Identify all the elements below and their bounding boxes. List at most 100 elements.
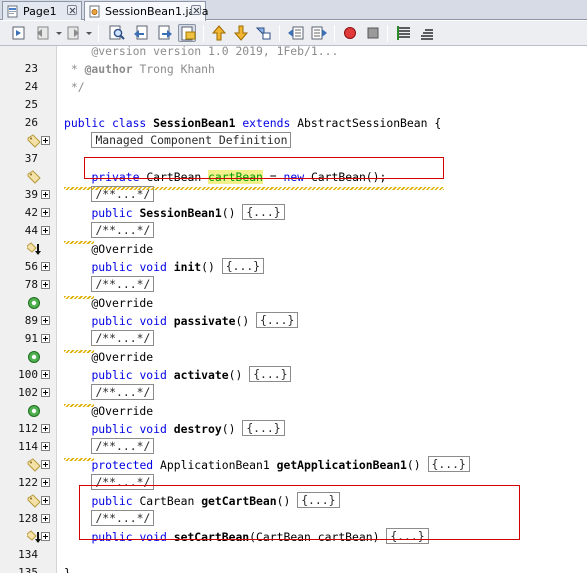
code-line[interactable]: */ [64,78,85,96]
folded-code-block[interactable]: {...} [221,258,265,274]
jsp-page-icon [7,5,18,17]
override-marker-icon[interactable] [27,404,41,418]
expand-fold-icon[interactable] [41,262,50,271]
code-line[interactable]: public void passivate() {...} [64,312,299,330]
toggle-bookmark-icon[interactable] [10,24,28,42]
code-line[interactable]: /**...*/ [64,438,155,456]
toggle-rectangle-icon[interactable] [254,24,272,42]
comment-icon[interactable] [395,24,413,42]
expand-fold-icon[interactable] [41,370,50,379]
code-line[interactable]: } [64,564,71,573]
code-token: */ [64,80,85,94]
folded-code-block[interactable]: /**...*/ [91,276,155,292]
tab-sessionbean1-java[interactable]: SessionBean1.java [84,1,209,21]
expand-fold-icon[interactable] [41,532,50,541]
find-icon[interactable] [108,24,126,42]
code-editor[interactable]: 23 24 25 26 37 39 42 44 56 78 89 91 100 102 112 114 122 1… [0,46,587,573]
expand-fold-icon[interactable] [41,496,50,505]
expand-fold-icon[interactable] [41,514,50,523]
folded-code-block[interactable]: {...} [242,420,285,436]
editor-toolbar [0,21,587,46]
find-previous-icon[interactable] [132,24,150,42]
expand-fold-icon[interactable] [41,280,50,289]
tab-page1[interactable]: Page1 [2,1,82,20]
tag-icon[interactable] [27,134,41,148]
expand-fold-icon[interactable] [41,478,50,487]
code-token: extends [242,116,298,130]
folded-code-block[interactable]: Managed Component Definition [91,132,292,148]
tag-icon[interactable] [27,458,41,472]
tag-icon[interactable] [27,170,41,184]
next-bookmark-icon[interactable] [232,24,250,42]
uncomment-icon[interactable] [418,24,436,42]
highlight-toggle-icon[interactable] [178,24,196,42]
folded-code-block[interactable]: {...} [249,366,292,382]
code-line[interactable]: /**...*/ [64,330,155,348]
tag-with-arrow-icon[interactable] [27,530,41,544]
tag-icon[interactable] [27,494,41,508]
code-token: * [64,62,85,76]
code-line[interactable]: @version version 1.0 2019, 1Feb/1... [64,46,338,60]
expand-fold-icon[interactable] [41,334,50,343]
code-line[interactable]: public void activate() {...} [64,366,292,384]
code-line[interactable]: public class SessionBean1 extends Abstra… [64,114,441,132]
shift-right-icon[interactable] [310,24,328,42]
folded-code-block[interactable]: /**...*/ [91,222,155,238]
line-number-gutter[interactable]: 23 24 25 26 37 39 42 44 56 78 89 91 100 102 112 114 122 1… [0,46,57,573]
expand-fold-icon[interactable] [41,460,50,469]
code-line[interactable]: public void init() {...} [64,258,265,276]
expand-fold-icon[interactable] [41,316,50,325]
find-next-icon[interactable] [156,24,174,42]
code-token: getApplicationBean1 [276,458,407,472]
override-marker-icon[interactable] [27,296,41,310]
java-file-icon [89,5,100,18]
close-tab-icon[interactable] [67,5,77,15]
start-macro-icon[interactable] [341,24,359,42]
line-number: 100 [18,368,38,381]
override-marker-icon[interactable] [27,350,41,364]
line-number: 44 [24,224,38,237]
code-token: public void [91,260,174,274]
folded-code-block[interactable]: /**...*/ [91,330,155,346]
expand-fold-icon[interactable] [41,442,50,451]
warning-underline [64,350,94,353]
navigate-back-icon[interactable] [34,24,52,42]
folded-code-block[interactable]: /**...*/ [91,384,155,400]
code-line[interactable]: public SessionBean1() {...} [64,204,285,222]
stop-macro-icon[interactable] [364,24,382,42]
code-line[interactable]: /**...*/ [64,276,155,294]
code-token: public [91,206,140,220]
tag-with-arrow-icon[interactable] [27,242,41,256]
expand-fold-icon[interactable] [41,388,50,397]
chevron-down-icon[interactable] [86,32,92,35]
code-line[interactable]: * @author Trong Khanh [64,60,215,78]
previous-bookmark-icon[interactable] [210,24,228,42]
expand-fold-icon[interactable] [41,424,50,433]
chevron-down-icon[interactable] [56,32,62,35]
close-tab-icon[interactable] [191,5,201,15]
expand-fold-icon[interactable] [41,208,50,217]
navigate-forward-icon[interactable] [64,24,82,42]
expand-fold-icon[interactable] [41,190,50,199]
shift-left-icon[interactable] [287,24,305,42]
expand-fold-icon[interactable] [41,136,50,145]
expand-fold-icon[interactable] [41,226,50,235]
highlight-box-cartbean-accessors [79,485,520,540]
code-token: public void [91,368,174,382]
folded-code-block[interactable]: {...} [256,312,299,328]
line-number: 112 [18,422,38,435]
code-line[interactable]: protected ApplicationBean1 getApplicatio… [64,456,470,474]
code-token: @version version 1.0 2019, 1Feb/1... [64,46,339,58]
code-line[interactable]: /**...*/ [64,384,155,402]
code-token: () [228,368,250,382]
folded-code-block[interactable]: /**...*/ [91,438,155,454]
code-token: @author [84,62,133,76]
code-line[interactable]: Managed Component Definition [64,132,292,150]
folded-code-block[interactable]: {...} [427,456,470,472]
folded-code-block[interactable]: {...} [242,204,285,220]
code-line[interactable]: /**...*/ [64,222,155,240]
code-token: destroy [173,422,222,436]
code-line[interactable]: public void destroy() {...} [64,420,285,438]
